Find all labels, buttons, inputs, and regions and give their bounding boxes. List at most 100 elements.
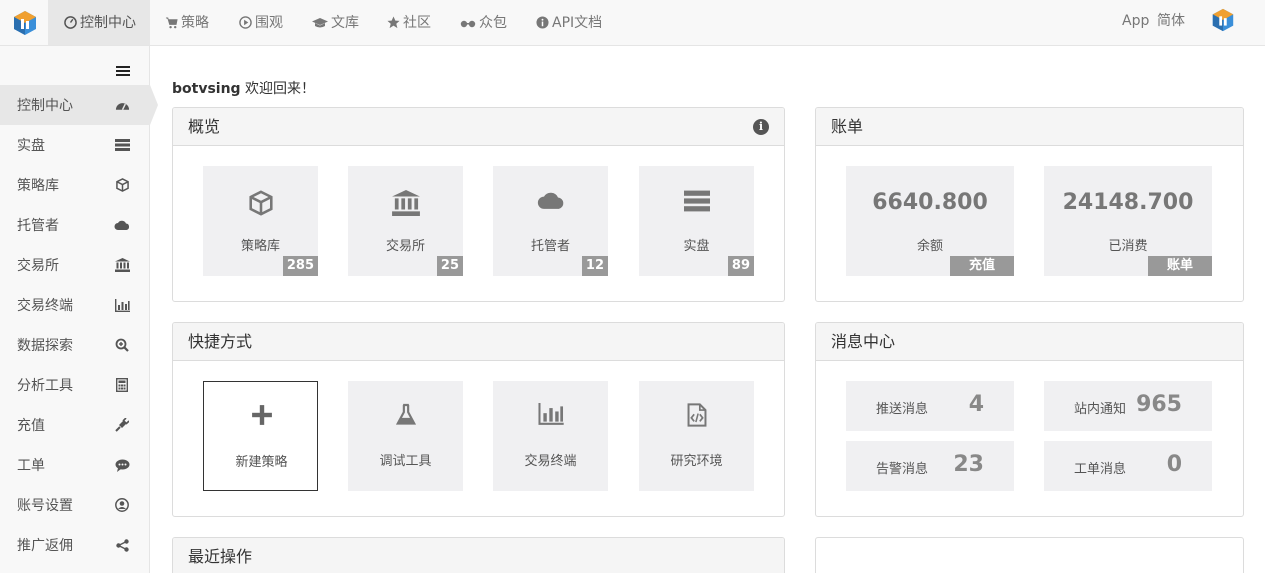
nav-label: 众包 (479, 14, 507, 31)
trading-terminal-button[interactable]: 交易终端 (493, 381, 608, 491)
panel-title: 最近操作 (188, 547, 253, 566)
nav-watch[interactable]: 围观 (238, 0, 283, 45)
bar-chart-icon (114, 297, 130, 313)
nav-label: 控制中心 (80, 14, 136, 31)
debug-tool-button[interactable]: 调试工具 (348, 381, 463, 491)
message-label: 推送消息 (876, 402, 929, 417)
calculator-icon (114, 377, 130, 393)
balance-card: 6640.800 余额 充值 (846, 166, 1014, 276)
sidebar-item-custodian[interactable]: 托管者 (0, 205, 150, 245)
overview-panel: 概览 i 策略库 285 交易所 25 托管者 12 实盘 89 (172, 107, 785, 302)
nav-library[interactable]: 文库 (312, 0, 359, 45)
spent-label: 已消费 (1108, 239, 1148, 254)
panel-title: 消息中心 (831, 332, 896, 351)
menu-toggle-icon[interactable] (116, 66, 130, 78)
nav-api-docs[interactable]: API文档 (535, 0, 602, 45)
brand-logo[interactable] (11, 9, 39, 37)
tile-label: 托管者 (530, 239, 570, 254)
sidebar-item-label: 推广返佣 (17, 538, 73, 554)
empty-panel (815, 537, 1244, 573)
bank-icon (348, 190, 463, 218)
code-file-icon (639, 403, 754, 431)
nav-label: API文档 (552, 14, 603, 31)
tile-live[interactable]: 实盘 89 (639, 166, 754, 276)
push-messages-item[interactable]: 推送消息 4 (846, 381, 1014, 431)
nav-crowdsource[interactable]: 众包 (460, 0, 507, 45)
recharge-button[interactable]: 充值 (950, 256, 1014, 276)
ticket-messages-item[interactable]: 工单消息 0 (1044, 441, 1212, 491)
panel-title: 概览 (188, 117, 221, 136)
message-count: 23 (953, 452, 984, 477)
message-count: 0 (1166, 452, 1182, 477)
count-badge: 285 (282, 256, 318, 276)
sidebar-item-referral[interactable]: 推广返佣 (0, 525, 150, 565)
username: botvsing (172, 81, 241, 97)
server-icon (114, 137, 130, 153)
sidebar-item-account-settings[interactable]: 账号设置 (0, 485, 150, 525)
sidebar-item-data-explore[interactable]: 数据探索 (0, 325, 150, 365)
nav-strategy[interactable]: 策略 (164, 0, 209, 45)
spent-card: 24148.700 已消费 账单 (1044, 166, 1212, 276)
sidebar-item-dashboard[interactable]: 控制中心 (0, 85, 158, 125)
sidebar-item-tickets[interactable]: 工单 (0, 445, 150, 485)
app-link[interactable]: App (1122, 0, 1149, 45)
glasses-icon (460, 16, 476, 30)
tile-label: 调试工具 (379, 454, 432, 469)
balance-amount: 6640.800 (872, 190, 988, 215)
tile-custodian[interactable]: 托管者 12 (493, 166, 608, 276)
sidebar-item-recharge[interactable]: 充值 (0, 405, 150, 445)
nav-community[interactable]: 社区 (386, 0, 431, 45)
count-badge: 25 (436, 256, 463, 276)
sidebar-item-live[interactable]: 实盘 (0, 125, 150, 165)
sidebar-item-label: 充值 (17, 418, 45, 434)
sidebar-item-label: 交易终端 (17, 298, 73, 314)
dashboard-icon (114, 97, 130, 113)
play-circle-icon (238, 16, 252, 30)
sidebar-item-label: 工单 (17, 458, 45, 474)
sidebar-item-label: 分析工具 (17, 378, 73, 394)
cube-icon (114, 177, 130, 193)
panel-header: 消息中心 (816, 323, 1243, 361)
search-plus-icon (114, 337, 130, 353)
welcome-message: 欢迎回来！ (245, 81, 316, 97)
info-icon[interactable]: i (753, 119, 769, 135)
sidebar-item-label: 账号设置 (17, 498, 73, 514)
tile-exchange[interactable]: 交易所 25 (348, 166, 463, 276)
sidebar-item-strategy-library[interactable]: 策略库 (0, 165, 150, 205)
info-circle-icon (535, 16, 549, 30)
balance-label: 余额 (916, 239, 943, 254)
language-switch[interactable]: 简体 (1157, 0, 1185, 45)
flask-icon (348, 403, 463, 431)
research-env-button[interactable]: 研究环境 (639, 381, 754, 491)
panel-title: 快捷方式 (188, 332, 253, 351)
message-label: 告警消息 (876, 462, 929, 477)
nav-label: 策略 (181, 14, 209, 31)
sidebar-item-analysis-tools[interactable]: 分析工具 (0, 365, 150, 405)
share-icon (114, 537, 130, 553)
new-strategy-button[interactable]: 新建策略 (203, 381, 318, 491)
site-notices-item[interactable]: 站内通知 965 (1044, 381, 1212, 431)
sidebar-item-trading-terminal[interactable]: 交易终端 (0, 285, 150, 325)
sidebar-item-exchange[interactable]: 交易所 (0, 245, 150, 285)
message-count: 965 (1136, 392, 1182, 417)
sidebar-item-label: 数据探索 (17, 338, 73, 354)
sidebar-item-label: 实盘 (17, 138, 45, 154)
user-avatar[interactable] (1210, 7, 1236, 33)
nav-dashboard[interactable]: 控制中心 (48, 0, 150, 45)
alert-messages-item[interactable]: 告警消息 23 (846, 441, 1014, 491)
sidebar-item-label: 交易所 (17, 258, 59, 274)
tile-label: 研究环境 (670, 454, 723, 469)
tile-label: 交易终端 (524, 454, 577, 469)
sidebar: 控制中心 实盘 策略库 托管者 交易所 交易终端 数据探索 分析工具 充值 工单… (0, 46, 158, 573)
cloud-icon (493, 190, 608, 218)
panel-header: 快捷方式 (173, 323, 784, 361)
bill-button[interactable]: 账单 (1148, 256, 1212, 276)
graduation-cap-icon (312, 16, 328, 30)
top-navbar: 控制中心 策略 围观 文库 社区 众包 API文档 App 简体 (0, 0, 1265, 46)
panel-header: 最近操作 (173, 538, 784, 573)
nav-label: 文库 (331, 14, 359, 31)
tile-label: 新建策略 (235, 455, 288, 470)
panel-header: 账单 (816, 108, 1243, 146)
tile-strategy-library[interactable]: 策略库 285 (203, 166, 318, 276)
comment-icon (114, 457, 130, 473)
